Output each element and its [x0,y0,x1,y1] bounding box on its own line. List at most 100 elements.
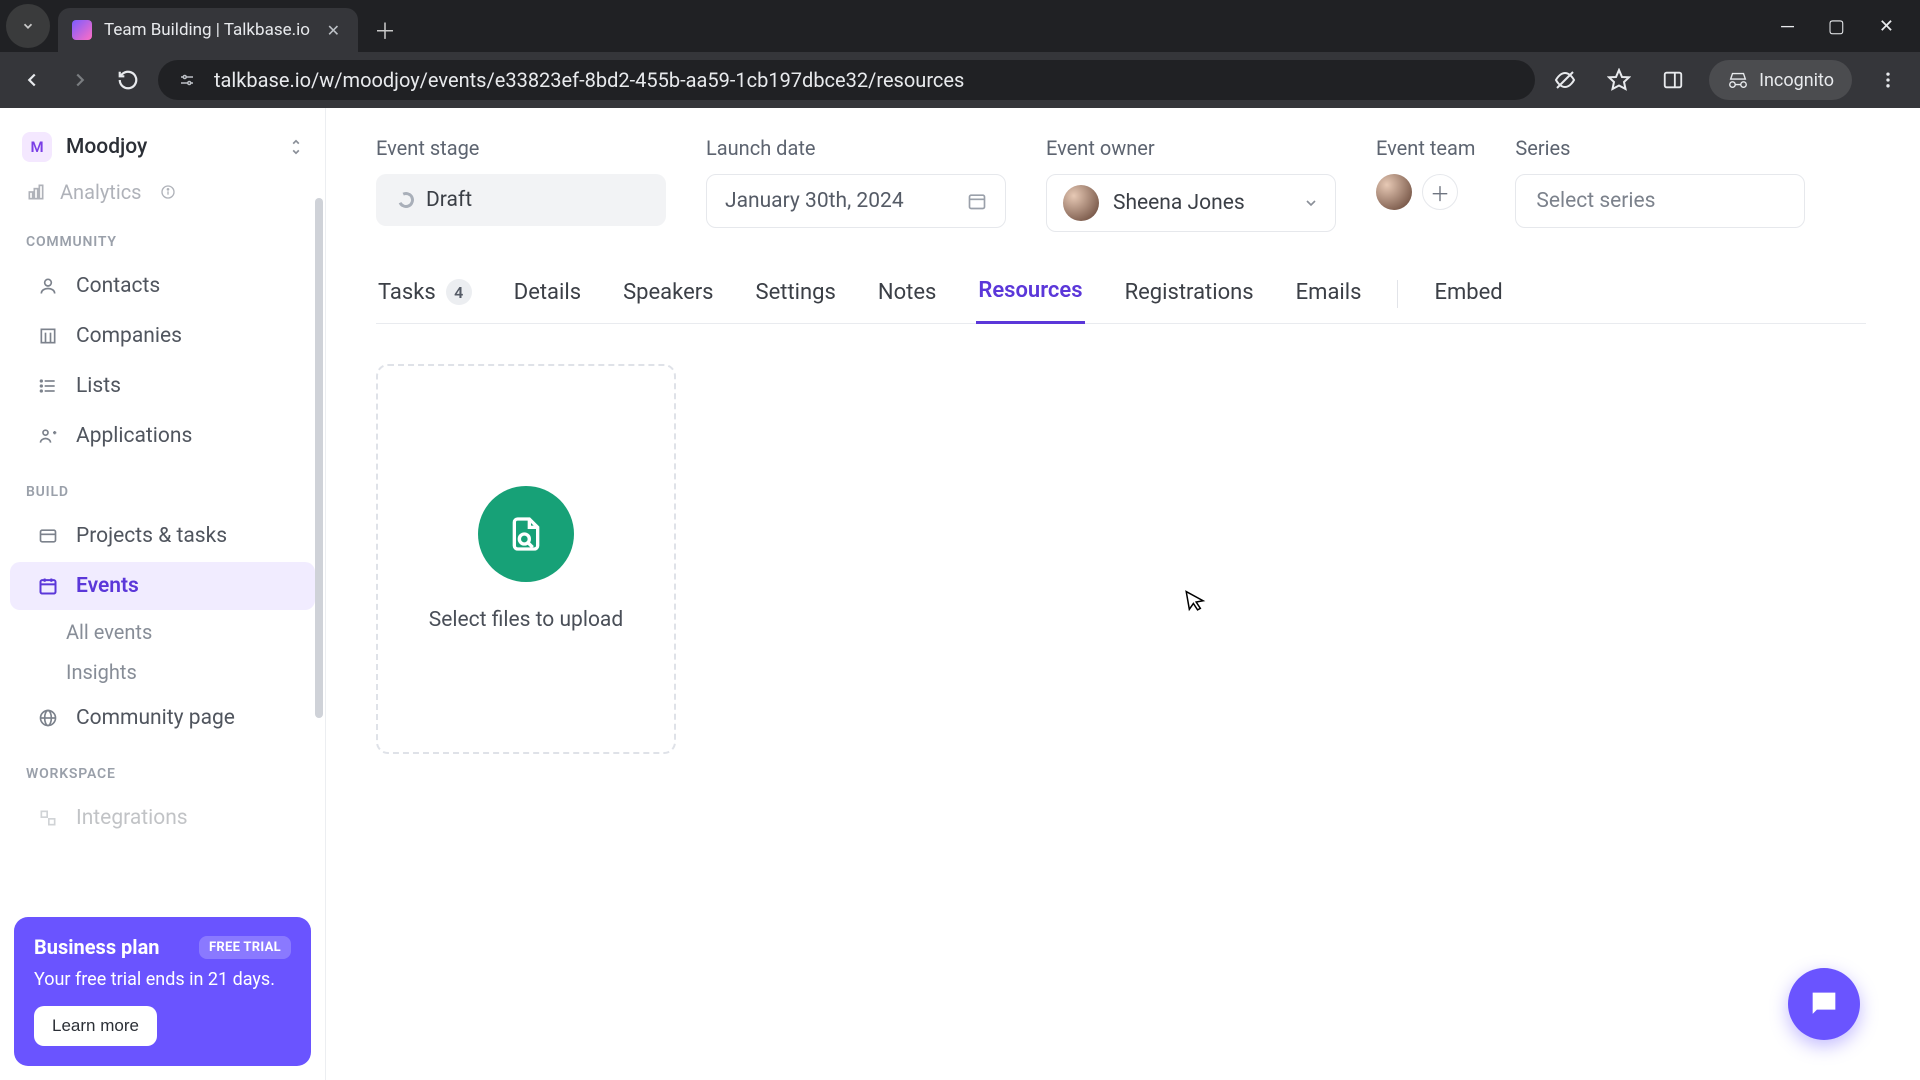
calendar-icon [36,576,60,596]
label-launch-date: Launch date [706,136,1006,160]
launch-date-field[interactable]: January 30th, 2024 [706,174,1006,228]
integrations-icon [36,808,60,828]
tab-search-button[interactable] [6,4,50,48]
applications-icon [36,426,60,446]
label-event-team: Event team [1376,136,1475,160]
label-event-stage: Event stage [376,136,666,160]
window-controls: ─ ▢ ✕ [1781,0,1920,52]
sidebar-label: Events [76,574,139,598]
upload-label: Select files to upload [429,608,623,632]
sidebar-item-integrations[interactable]: Integrations [10,794,315,842]
eye-off-icon[interactable] [1547,62,1583,98]
chevron-updown-icon [289,138,303,156]
promo-title: Business plan [34,935,160,959]
event-stage-select[interactable]: Draft [376,174,666,226]
contacts-icon [36,276,60,296]
tab-resources[interactable]: Resources [976,278,1084,324]
section-community: COMMUNITY [0,212,325,260]
chevron-down-icon [1303,195,1319,211]
address-bar[interactable]: talkbase.io/w/moodjoy/events/e33823ef-8b… [158,60,1535,100]
tab-tasks[interactable]: Tasks 4 [376,279,474,323]
event-owner-select[interactable]: Sheena Jones [1046,174,1336,232]
tab-notes[interactable]: Notes [876,280,938,323]
sidebar-label: Integrations [76,806,188,830]
kebab-menu-icon[interactable] [1870,62,1906,98]
maximize-icon[interactable]: ▢ [1828,16,1845,37]
sidebar-item-applications[interactable]: Applications [10,412,315,460]
section-workspace: WORKSPACE [0,744,325,792]
globe-icon [36,708,60,728]
learn-more-button[interactable]: Learn more [34,1006,157,1046]
app-sidebar: M Moodjoy Analytics COMMUNITY [0,108,326,1080]
workspace-switcher[interactable]: M Moodjoy [0,118,325,172]
sidebar-label: Analytics [60,180,142,204]
mouse-cursor-icon [1184,586,1208,615]
series-placeholder: Select series [1536,189,1655,213]
incognito-chip[interactable]: Incognito [1709,60,1852,100]
trial-promo-card: Business plan FREE TRIAL Your free trial… [14,917,311,1066]
add-team-member-button[interactable]: ＋ [1422,174,1458,210]
tab-details[interactable]: Details [512,280,583,323]
sidebar-label: Projects & tasks [76,524,227,548]
analytics-icon [26,182,46,202]
stage-value: Draft [426,188,472,212]
sidebar-item-projects[interactable]: Projects & tasks [10,512,315,560]
tab-title: Team Building | Talkbase.io [104,20,315,40]
upload-icon-circle [478,486,574,582]
side-panel-icon[interactable] [1655,62,1691,98]
workspace-name: Moodjoy [66,135,275,159]
tab-embed[interactable]: Embed [1432,280,1504,323]
browser-tabstrip: Team Building | Talkbase.io ✕ ＋ ─ ▢ ✕ [0,0,1920,52]
tab-label: Tasks [378,280,436,305]
sidebar-item-companies[interactable]: Companies [10,312,315,360]
forward-button[interactable] [62,62,98,98]
companies-icon [36,326,60,346]
sidebar-item-lists[interactable]: Lists [10,362,315,410]
reload-button[interactable] [110,62,146,98]
tab-divider [1397,280,1398,308]
promo-badge: FREE TRIAL [199,936,291,959]
team-member-avatar[interactable] [1376,174,1412,210]
series-select[interactable]: Select series [1515,174,1805,228]
owner-avatar [1063,185,1099,221]
close-tab-icon[interactable]: ✕ [327,21,340,40]
sidebar-item-events[interactable]: Events [10,562,315,610]
tab-registrations[interactable]: Registrations [1123,280,1256,323]
sidebar-label: Applications [76,424,192,448]
bookmark-star-icon[interactable] [1601,62,1637,98]
sidebar-subitem-all-events[interactable]: All events [0,612,325,652]
browser-tab-active[interactable]: Team Building | Talkbase.io ✕ [58,8,358,52]
lists-icon [36,376,60,396]
sidebar-label: Lists [76,374,121,398]
browser-toolbar: talkbase.io/w/moodjoy/events/e33823ef-8b… [0,52,1920,108]
new-tab-button[interactable]: ＋ [368,13,402,47]
url-text: talkbase.io/w/moodjoy/events/e33823ef-8b… [214,68,1519,92]
sidebar-item-contacts[interactable]: Contacts [10,262,315,310]
sidebar-label: Contacts [76,274,160,298]
tab-speakers[interactable]: Speakers [621,280,715,323]
tab-settings[interactable]: Settings [754,280,838,323]
chat-widget-button[interactable] [1788,968,1860,1040]
event-tabs: Tasks 4 Details Speakers Settings Notes … [376,278,1866,324]
tab-emails[interactable]: Emails [1294,280,1364,323]
incognito-label: Incognito [1759,70,1834,91]
label-event-owner: Event owner [1046,136,1336,160]
calendar-icon [967,191,987,211]
close-window-icon[interactable]: ✕ [1879,16,1894,37]
main-content: Event stage Draft Launch date January 30… [326,108,1920,1080]
label-series: Series [1515,136,1805,160]
minimize-icon[interactable]: ─ [1781,16,1794,37]
sidebar-label: Community page [76,706,235,730]
sidebar-item-community-page[interactable]: Community page [10,694,315,742]
sidebar-subitem-insights[interactable]: Insights [0,652,325,692]
sidebar-item-analytics-peek[interactable]: Analytics [0,172,325,212]
workspace-badge: M [22,132,52,162]
sidebar-scrollbar[interactable] [315,198,323,718]
upload-dropzone[interactable]: Select files to upload [376,364,676,754]
site-settings-icon[interactable] [174,67,200,93]
tasks-count-badge: 4 [446,279,472,305]
favicon-icon [72,20,92,40]
section-build: BUILD [0,462,325,510]
launch-date-value: January 30th, 2024 [725,189,904,213]
back-button[interactable] [14,62,50,98]
